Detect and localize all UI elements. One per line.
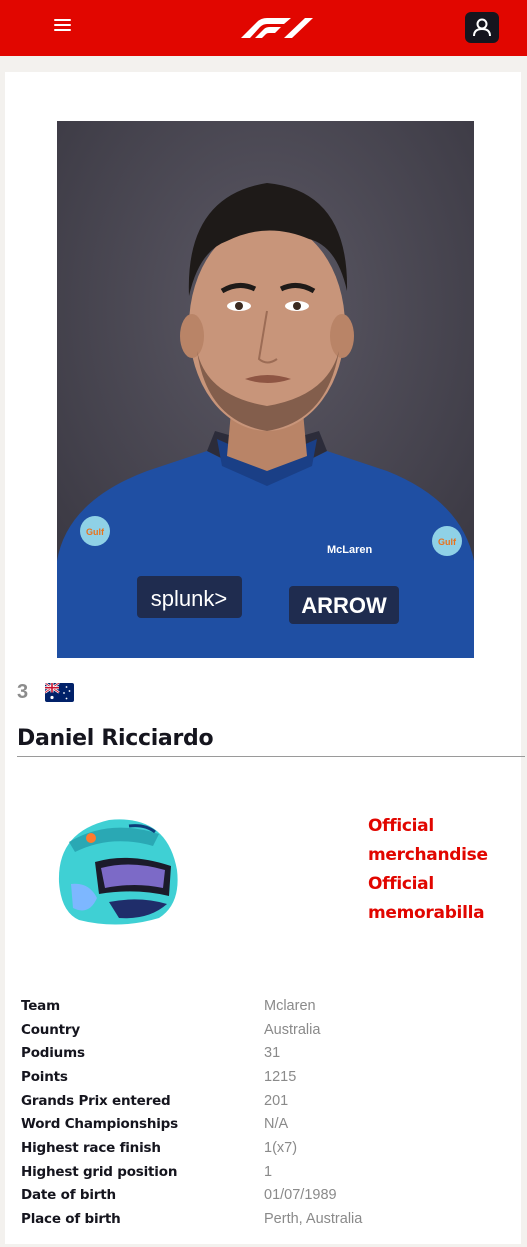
stat-label: Highest race finish: [21, 1139, 161, 1156]
stat-label: Place of birth: [21, 1211, 121, 1228]
top-navigation-bar: [0, 0, 527, 56]
stat-row-country: Country Australia: [21, 1018, 511, 1042]
official-links: Official merchandise Official memorabill…: [368, 812, 518, 928]
driver-number-row: 3: [17, 678, 74, 706]
stat-label: Highest grid position: [21, 1163, 178, 1180]
stat-label: Grands Prix entered: [21, 1092, 171, 1109]
stat-value: 31: [264, 1045, 281, 1062]
stat-value: 1215: [264, 1068, 297, 1085]
stat-value: 01/07/1989: [264, 1187, 337, 1204]
stat-value: N/A: [264, 1116, 289, 1133]
australia-flag-icon: [45, 682, 74, 702]
stat-row-place-of-birth: Place of birth Perth, Australia: [21, 1207, 511, 1231]
driver-profile-card: splunk> ARROW McLaren Gulf Gulf 3 Daniel…: [5, 72, 525, 1244]
driver-stats-table: Team Mclaren Country Australia Podiums 31 P…: [21, 994, 511, 1231]
stat-label: Points: [21, 1068, 68, 1085]
stat-row-grands-prix: Grands Prix entered 201: [21, 1089, 511, 1113]
stat-label: Team: [21, 997, 60, 1014]
svg-text:Gulf: Gulf: [86, 527, 105, 537]
stat-row-points: Points 1215: [21, 1065, 511, 1089]
stat-value: Mclaren: [264, 997, 316, 1014]
helmet-image: [58, 819, 178, 925]
stat-label: Word Championships: [21, 1116, 178, 1133]
stat-value: 201: [264, 1092, 289, 1109]
svg-text:McLaren: McLaren: [327, 544, 373, 556]
driver-name: Daniel Ricciardo: [17, 726, 214, 751]
stat-label: Podiums: [21, 1045, 85, 1062]
driver-portrait: splunk> ARROW McLaren Gulf Gulf: [57, 121, 474, 658]
stat-row-date-of-birth: Date of birth 01/07/1989: [21, 1184, 511, 1208]
stat-value: Perth, Australia: [264, 1211, 363, 1228]
stat-label: Date of birth: [21, 1187, 116, 1204]
user-account-icon: [473, 18, 491, 37]
official-memorabilia-link[interactable]: Official memorabilla: [368, 870, 518, 928]
svg-text:splunk>: splunk>: [151, 586, 227, 611]
divider: [17, 756, 525, 757]
hamburger-menu-icon[interactable]: [52, 16, 74, 36]
stat-row-championships: Word Championships N/A: [21, 1112, 511, 1136]
official-merchandise-link[interactable]: Official merchandise: [368, 812, 518, 870]
stat-row-highest-grid: Highest grid position 1: [21, 1160, 511, 1184]
stat-row-team: Team Mclaren: [21, 994, 511, 1018]
stat-row-podiums: Podiums 31: [21, 1041, 511, 1065]
stat-value: Australia: [264, 1021, 321, 1038]
user-account-button[interactable]: [465, 12, 499, 43]
stat-value: 1(x7): [264, 1139, 298, 1156]
stat-label: Country: [21, 1021, 80, 1038]
svg-text:ARROW: ARROW: [301, 593, 387, 618]
f1-logo[interactable]: [239, 16, 315, 40]
stat-value: 1: [264, 1163, 273, 1180]
svg-text:Gulf: Gulf: [438, 537, 457, 547]
stat-row-highest-finish: Highest race finish 1(x7): [21, 1136, 511, 1160]
driver-number: 3: [17, 680, 29, 703]
